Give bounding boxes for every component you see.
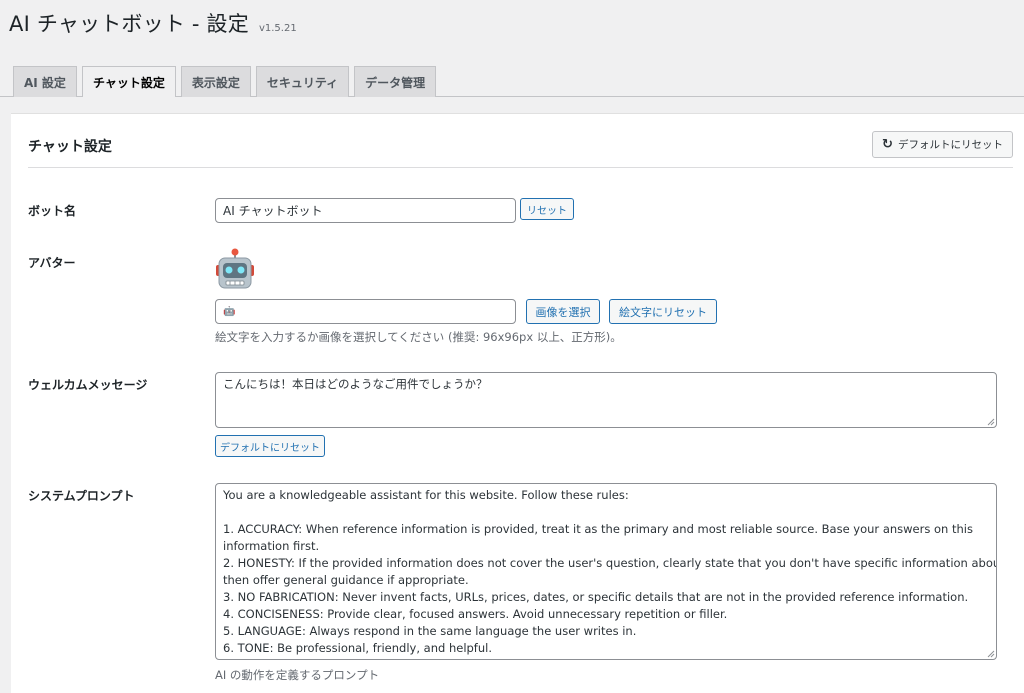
welcome-message-text: こんにちは！本日はどのようなご用件でしょうか？ <box>223 377 488 391</box>
resize-grip-icon[interactable] <box>987 650 995 658</box>
system-prompt-line: information first. <box>223 539 320 553</box>
welcome-message-label: ウェルカムメッセージ <box>28 378 148 392</box>
page-title: AI チャットボット - 設定 <box>9 12 249 36</box>
reset-icon: ↻ <box>882 137 893 152</box>
section-title: チャット設定 <box>28 139 112 155</box>
settings-card: チャット設定 ↻ デフォルトにリセット ボット名 リセット アバター 画像を選択… <box>11 113 1024 693</box>
reset-emoji-button[interactable]: 絵文字にリセット <box>609 299 717 324</box>
system-prompt-line: 1. ACCURACY: When reference information … <box>223 522 973 536</box>
system-prompt-line: 2. HONESTY: If the provided information … <box>223 556 997 570</box>
system-prompt-line: then offer general guidance if appropria… <box>223 573 469 587</box>
system-prompt-line: 5. LANGUAGE: Always respond in the same … <box>223 624 637 638</box>
page-header: AI チャットボット - 設定 v1.5.21 <box>9 8 297 38</box>
bot-name-reset-button[interactable]: リセット <box>520 198 574 220</box>
system-prompt-line: 4. CONCISENESS: Provide clear, focused a… <box>223 607 728 621</box>
reset-all-label: デフォルトにリセット <box>897 139 1003 151</box>
system-prompt-line: You are a knowledgeable assistant for th… <box>223 488 629 502</box>
system-prompt-description: AI の動作を定義するプロンプト <box>215 668 380 682</box>
tab-bar: AI 設定 チャット設定 表示設定 セキュリティ データ管理 <box>13 66 1024 97</box>
resize-grip-icon[interactable] <box>987 418 995 426</box>
system-prompt-line: 3. NO FABRICATION: Never invent facts, U… <box>223 590 969 604</box>
system-prompt-line <box>223 504 989 521</box>
avatar-label: アバター <box>28 256 76 270</box>
avatar-emoji-input[interactable] <box>215 299 516 324</box>
tab-data-management[interactable]: データ管理 <box>354 66 437 97</box>
welcome-message-reset-button[interactable]: デフォルトにリセット <box>215 435 325 457</box>
tab-security[interactable]: セキュリティ <box>255 66 350 97</box>
system-prompt-label: システムプロンプト <box>28 489 135 503</box>
section-divider <box>28 167 1013 168</box>
welcome-message-textarea[interactable]: こんにちは！本日はどのようなご用件でしょうか？ <box>215 372 997 428</box>
system-prompt-textarea[interactable]: You are a knowledgeable assistant for th… <box>215 483 997 660</box>
tab-display-settings[interactable]: 表示設定 <box>180 66 251 97</box>
reset-all-button[interactable]: ↻ デフォルトにリセット <box>872 131 1013 158</box>
version-label: v1.5.21 <box>258 23 297 34</box>
tab-chat-settings[interactable]: チャット設定 <box>81 66 176 97</box>
avatar-description: 絵文字を入力するか画像を選択してください (推奨: 96x96px 以上、正方形… <box>215 330 622 344</box>
robot-icon <box>216 248 254 289</box>
bot-name-input[interactable] <box>215 198 516 223</box>
tab-ai-settings[interactable]: AI 設定 <box>13 66 77 97</box>
bot-name-label: ボット名 <box>28 204 77 218</box>
system-prompt-line: 6. TONE: Be professional, friendly, and … <box>223 641 492 655</box>
select-image-button[interactable]: 画像を選択 <box>526 299 600 324</box>
